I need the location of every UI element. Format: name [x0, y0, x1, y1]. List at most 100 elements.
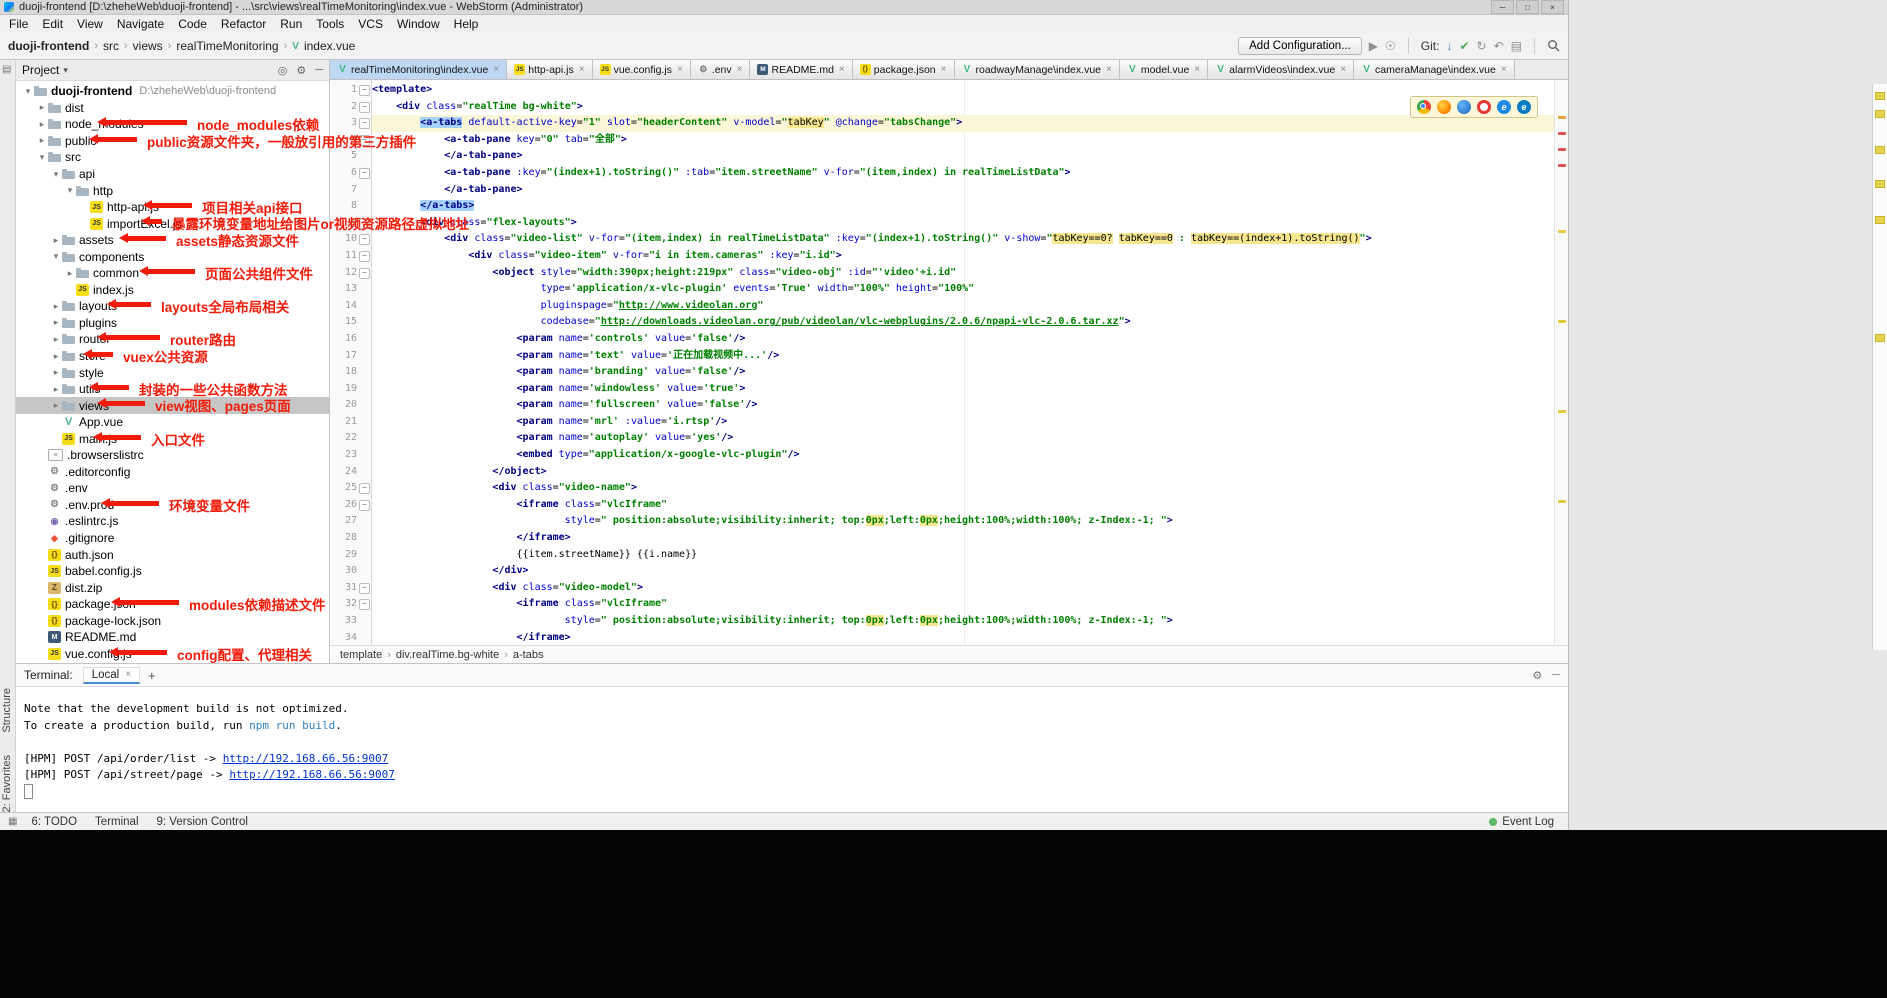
- tree-item-app.vue[interactable]: VApp.vue: [16, 414, 329, 431]
- chevron-down-icon[interactable]: ▾: [63, 65, 68, 76]
- close-icon[interactable]: ×: [839, 64, 845, 75]
- tool-window-button-2favorites[interactable]: 2: Favorites: [1, 755, 13, 812]
- code-link[interactable]: http://www.videolan.org: [619, 300, 757, 311]
- fold-icon[interactable]: −: [359, 168, 370, 179]
- chevron-right-icon[interactable]: ▸: [50, 367, 62, 378]
- hide-panel-icon[interactable]: ─: [315, 64, 323, 77]
- breadcrumb-item[interactable]: realTimeMonitoring: [176, 39, 278, 53]
- tool-switcher-icon[interactable]: ▦: [8, 816, 17, 827]
- tree-item-assets[interactable]: ▸assets: [16, 232, 329, 249]
- breadcrumb-item[interactable]: src: [103, 39, 119, 53]
- tree-item-store[interactable]: ▸store: [16, 348, 329, 365]
- fold-icon[interactable]: −: [359, 234, 370, 245]
- code-link[interactable]: http://downloads.videolan.org/pub/videol…: [601, 316, 1119, 327]
- add-configuration-button[interactable]: Add Configuration...: [1238, 37, 1362, 55]
- tree-item-components[interactable]: ▾components: [16, 248, 329, 265]
- tree-item-common[interactable]: ▸common: [16, 265, 329, 282]
- close-icon[interactable]: ×: [579, 64, 585, 75]
- editor-breadcrumb-item[interactable]: template: [340, 649, 382, 661]
- tree-item-layouts[interactable]: ▸layouts: [16, 298, 329, 315]
- edge-browser-icon[interactable]: e: [1517, 100, 1531, 114]
- chevron-right-icon[interactable]: ▸: [36, 102, 48, 113]
- ie-browser-icon[interactable]: e: [1497, 100, 1511, 114]
- tree-item-.browserslistrc[interactable]: ≡.browserslistrc: [16, 447, 329, 464]
- tree-item-src[interactable]: ▾src: [16, 149, 329, 166]
- tree-item-readme.md[interactable]: MREADME.md: [16, 629, 329, 646]
- chevron-right-icon[interactable]: ▸: [36, 119, 48, 130]
- git-shelve-icon[interactable]: ▤: [1511, 40, 1522, 52]
- opera-browser-icon[interactable]: [1477, 100, 1491, 114]
- close-icon[interactable]: ×: [1106, 64, 1112, 75]
- editor-tab[interactable]: Vmodel.vue×: [1120, 60, 1208, 79]
- menu-item-tools[interactable]: Tools: [309, 17, 351, 31]
- close-icon[interactable]: ×: [1194, 64, 1200, 75]
- tree-item-vue.config.js[interactable]: JSvue.config.js: [16, 646, 329, 663]
- git-rollback-icon[interactable]: ↶: [1494, 40, 1504, 52]
- tree-item-.eslintrc.js[interactable]: ◉.eslintrc.js: [16, 513, 329, 530]
- tree-item-node_modules[interactable]: ▸node_modules: [16, 116, 329, 133]
- chrome-browser-icon[interactable]: [1417, 100, 1431, 114]
- git-history-icon[interactable]: ↻: [1477, 40, 1487, 52]
- tree-item-router[interactable]: ▸router: [16, 331, 329, 348]
- fold-icon[interactable]: −: [359, 483, 370, 494]
- menu-item-code[interactable]: Code: [171, 17, 214, 31]
- tree-item-dist.zip[interactable]: Zdist.zip: [16, 579, 329, 596]
- tree-item-http-api.js[interactable]: JShttp-api.js: [16, 199, 329, 216]
- status-item-terminal[interactable]: Terminal: [95, 816, 138, 828]
- chevron-right-icon[interactable]: ▸: [50, 334, 62, 345]
- terminal-output[interactable]: Note that the development build is not o…: [16, 687, 1568, 800]
- breadcrumb-item[interactable]: duoji-frontend: [8, 39, 89, 53]
- status-item-9--version-control[interactable]: 9: Version Control: [157, 816, 248, 828]
- menu-item-help[interactable]: Help: [447, 17, 486, 31]
- menu-item-navigate[interactable]: Navigate: [110, 17, 171, 31]
- safari-browser-icon[interactable]: [1457, 100, 1471, 114]
- editor-tab[interactable]: ⚙.env×: [691, 60, 751, 79]
- menu-item-file[interactable]: File: [2, 17, 35, 31]
- new-terminal-button[interactable]: +: [148, 668, 156, 683]
- close-button[interactable]: ×: [1541, 0, 1564, 14]
- locate-file-icon[interactable]: ◎: [278, 64, 288, 77]
- fold-icon[interactable]: −: [359, 118, 370, 129]
- editor-tab[interactable]: ValarmVideos\index.vue×: [1208, 60, 1354, 79]
- fold-icon[interactable]: −: [359, 251, 370, 262]
- debug-icon[interactable]: ☉: [1385, 40, 1396, 52]
- chevron-down-icon[interactable]: ▾: [64, 185, 76, 196]
- tree-item-index.js[interactable]: JSindex.js: [16, 282, 329, 299]
- panel-settings-icon[interactable]: ⚙: [296, 64, 306, 77]
- fold-icon[interactable]: −: [359, 599, 370, 610]
- close-icon[interactable]: ×: [737, 64, 743, 75]
- close-icon[interactable]: ×: [677, 64, 683, 75]
- tree-item-package-lock.json[interactable]: {}package-lock.json: [16, 613, 329, 630]
- project-tool-icon[interactable]: ▤: [2, 64, 11, 75]
- code-wrapper[interactable]: <template> <div class="realTime bg-white…: [372, 80, 1568, 645]
- breadcrumb-item[interactable]: views: [133, 39, 163, 53]
- tree-item-dist[interactable]: ▸dist: [16, 100, 329, 117]
- close-icon[interactable]: ×: [941, 64, 947, 75]
- tree-item-.editorconfig[interactable]: ⚙.editorconfig: [16, 464, 329, 481]
- fold-icon[interactable]: −: [359, 85, 370, 96]
- tree-item-http[interactable]: ▾http: [16, 182, 329, 199]
- status-item-6--todo[interactable]: 6: TODO: [31, 816, 77, 828]
- chevron-right-icon[interactable]: ▸: [50, 301, 62, 312]
- chevron-down-icon[interactable]: ▾: [50, 251, 62, 262]
- tree-item-.env.prod[interactable]: ⚙.env.prod: [16, 497, 329, 514]
- tree-item-main.js[interactable]: JSmain.js: [16, 430, 329, 447]
- search-icon[interactable]: [1547, 39, 1560, 54]
- menu-item-refactor[interactable]: Refactor: [214, 17, 273, 31]
- code-area[interactable]: <template> <div class="realTime bg-white…: [372, 82, 1568, 645]
- terminal-hide-icon[interactable]: ─: [1552, 669, 1560, 682]
- event-log-label[interactable]: Event Log: [1502, 816, 1554, 828]
- terminal-tab-local[interactable]: Local ×: [83, 667, 140, 684]
- close-icon[interactable]: ×: [1340, 64, 1346, 75]
- fold-icon[interactable]: −: [359, 218, 370, 229]
- menu-item-vcs[interactable]: VCS: [351, 17, 390, 31]
- tree-item-views[interactable]: ▸views: [16, 397, 329, 414]
- tree-item-auth.json[interactable]: {}auth.json: [16, 546, 329, 563]
- git-commit-icon[interactable]: ✔: [1459, 40, 1469, 52]
- error-stripe[interactable]: [1554, 80, 1568, 645]
- minimize-button[interactable]: ─: [1491, 0, 1514, 14]
- menu-item-window[interactable]: Window: [390, 17, 447, 31]
- tree-item-package.json[interactable]: {}package.json: [16, 596, 329, 613]
- fold-icon[interactable]: −: [359, 135, 370, 146]
- tree-item-plugins[interactable]: ▸plugins: [16, 315, 329, 332]
